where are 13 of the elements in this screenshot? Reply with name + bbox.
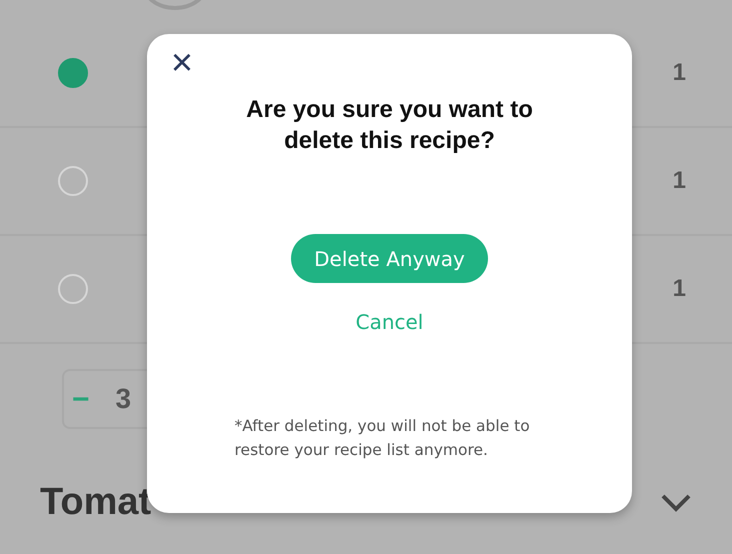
checkbox[interactable] [58,58,88,88]
dialog-title: Are you sure you want to delete this recipe? [245,95,534,156]
stepper-value: 3 [116,382,132,416]
quantity-text: 1 [672,166,686,196]
delete-button[interactable]: Delete Anyway [291,234,488,284]
close-button[interactable]: × [167,50,197,76]
section-title: Tomat [40,480,152,525]
quantity-text: 1 [672,58,686,88]
quantity-text: 1 [672,274,686,304]
warning-note: *After deleting, you will not be able to restore your recipe list anymore. [234,416,531,461]
cancel-button[interactable]: Cancel [356,307,424,338]
minus-icon[interactable]: − [72,376,90,422]
chevron-down-icon[interactable] [660,492,692,512]
